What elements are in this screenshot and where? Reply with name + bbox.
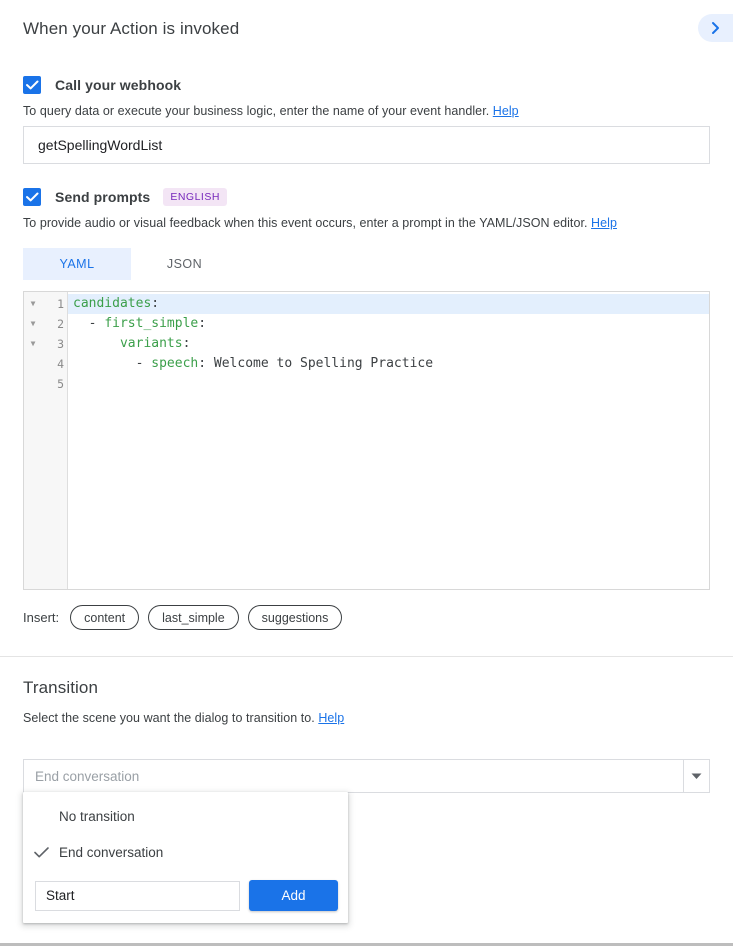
chevron-down-icon[interactable] (683, 760, 709, 792)
transition-title: Transition (23, 678, 98, 698)
check-icon (23, 847, 59, 858)
tab-json[interactable]: JSON (131, 248, 238, 280)
transition-help-link[interactable]: Help (318, 711, 344, 725)
fold-triangle-icon[interactable]: ▼ (24, 314, 42, 334)
insert-chip-suggestions[interactable]: suggestions (248, 605, 343, 630)
prompts-help-link[interactable]: Help (591, 216, 617, 230)
yaml-text: : (151, 296, 159, 311)
event-handler-input[interactable]: getSpellingWordList (23, 126, 710, 164)
yaml-key: first_simple (104, 316, 198, 331)
code-line[interactable]: - speech: Welcome to Spelling Practice (68, 354, 709, 374)
gutter-line: 4 (24, 354, 67, 374)
transition-dropdown-menu[interactable]: No transition End conversation Start Add (23, 792, 348, 923)
call-webhook-label: Call your webhook (55, 77, 181, 93)
webhook-help-link[interactable]: Help (493, 104, 519, 118)
insert-chip-content[interactable]: content (70, 605, 139, 630)
gutter-line: 5 (24, 374, 67, 394)
check-icon (26, 192, 39, 202)
check-icon (26, 80, 39, 90)
webhook-helper-copy: To query data or execute your business l… (23, 104, 489, 118)
insert-label: Insert: (23, 610, 59, 625)
gutter-line: ▼1 (24, 294, 67, 314)
fold-triangle-icon[interactable]: ▼ (24, 334, 42, 354)
yaml-key: speech (151, 356, 198, 371)
yaml-text: : (183, 336, 191, 351)
yaml-text: - (73, 316, 104, 331)
line-number: 4 (42, 357, 64, 371)
yaml-key: variants (120, 336, 183, 351)
send-prompts-label: Send prompts (55, 189, 150, 205)
call-webhook-checkbox[interactable] (23, 76, 41, 94)
prompts-helper-copy: To provide audio or visual feedback when… (23, 216, 588, 230)
menu-item-label: No transition (23, 809, 135, 824)
transition-select[interactable]: End conversation (23, 759, 710, 793)
line-number: 2 (42, 317, 64, 331)
code-line[interactable]: candidates: (68, 294, 709, 314)
section-divider (0, 656, 733, 657)
transition-select-value: End conversation (24, 769, 683, 784)
code-line[interactable] (68, 374, 709, 394)
yaml-text (73, 336, 120, 351)
code-line[interactable]: - first_simple: (68, 314, 709, 334)
gutter-line: ▼2 (24, 314, 67, 334)
transition-helper-text: Select the scene you want the dialog to … (23, 711, 344, 725)
line-number: 1 (42, 297, 64, 311)
prompts-helper-text: To provide audio or visual feedback when… (23, 216, 617, 230)
chevron-right-icon (710, 21, 721, 35)
menu-item-no-transition[interactable]: No transition (23, 798, 348, 834)
page-title: When your Action is invoked (23, 19, 239, 39)
menu-item-end-conversation[interactable]: End conversation (23, 834, 348, 870)
insert-chip-last-simple[interactable]: last_simple (148, 605, 239, 630)
gutter-line: ▼3 (24, 334, 67, 354)
yaml-text: - (73, 356, 151, 371)
line-number: 5 (42, 377, 64, 391)
add-scene-row: Start Add (35, 880, 338, 911)
yaml-key: candidates (73, 296, 151, 311)
code-line[interactable]: variants: (68, 334, 709, 354)
language-badge: ENGLISH (163, 188, 227, 206)
transition-helper-copy: Select the scene you want the dialog to … (23, 711, 315, 725)
webhook-helper-text: To query data or execute your business l… (23, 104, 519, 118)
event-handler-value: getSpellingWordList (38, 137, 162, 153)
new-scene-value: Start (46, 888, 75, 903)
insert-chips-row: Insert: content last_simple suggestions (23, 605, 351, 630)
send-prompts-checkbox[interactable] (23, 188, 41, 206)
menu-item-label: End conversation (59, 845, 163, 860)
yaml-text: : (198, 316, 206, 331)
editor-code-area[interactable]: candidates: - first_simple: variants: - … (68, 292, 709, 589)
yaml-text: : Welcome to Spelling Practice (198, 356, 433, 371)
add-scene-button[interactable]: Add (249, 880, 338, 911)
tab-yaml[interactable]: YAML (23, 248, 131, 280)
editor-format-tabs: YAML JSON (23, 248, 238, 280)
send-prompts-row[interactable]: Send prompts ENGLISH (23, 188, 227, 206)
action-invoked-panel: When your Action is invoked Call your we… (0, 0, 733, 946)
fold-triangle-icon[interactable]: ▼ (24, 294, 42, 314)
editor-gutter: ▼1▼2▼345 (24, 292, 68, 589)
next-step-button[interactable] (698, 14, 733, 42)
yaml-editor[interactable]: ▼1▼2▼345 candidates: - first_simple: var… (23, 291, 710, 590)
new-scene-input[interactable]: Start (35, 881, 240, 911)
call-webhook-row[interactable]: Call your webhook (23, 76, 181, 94)
line-number: 3 (42, 337, 64, 351)
